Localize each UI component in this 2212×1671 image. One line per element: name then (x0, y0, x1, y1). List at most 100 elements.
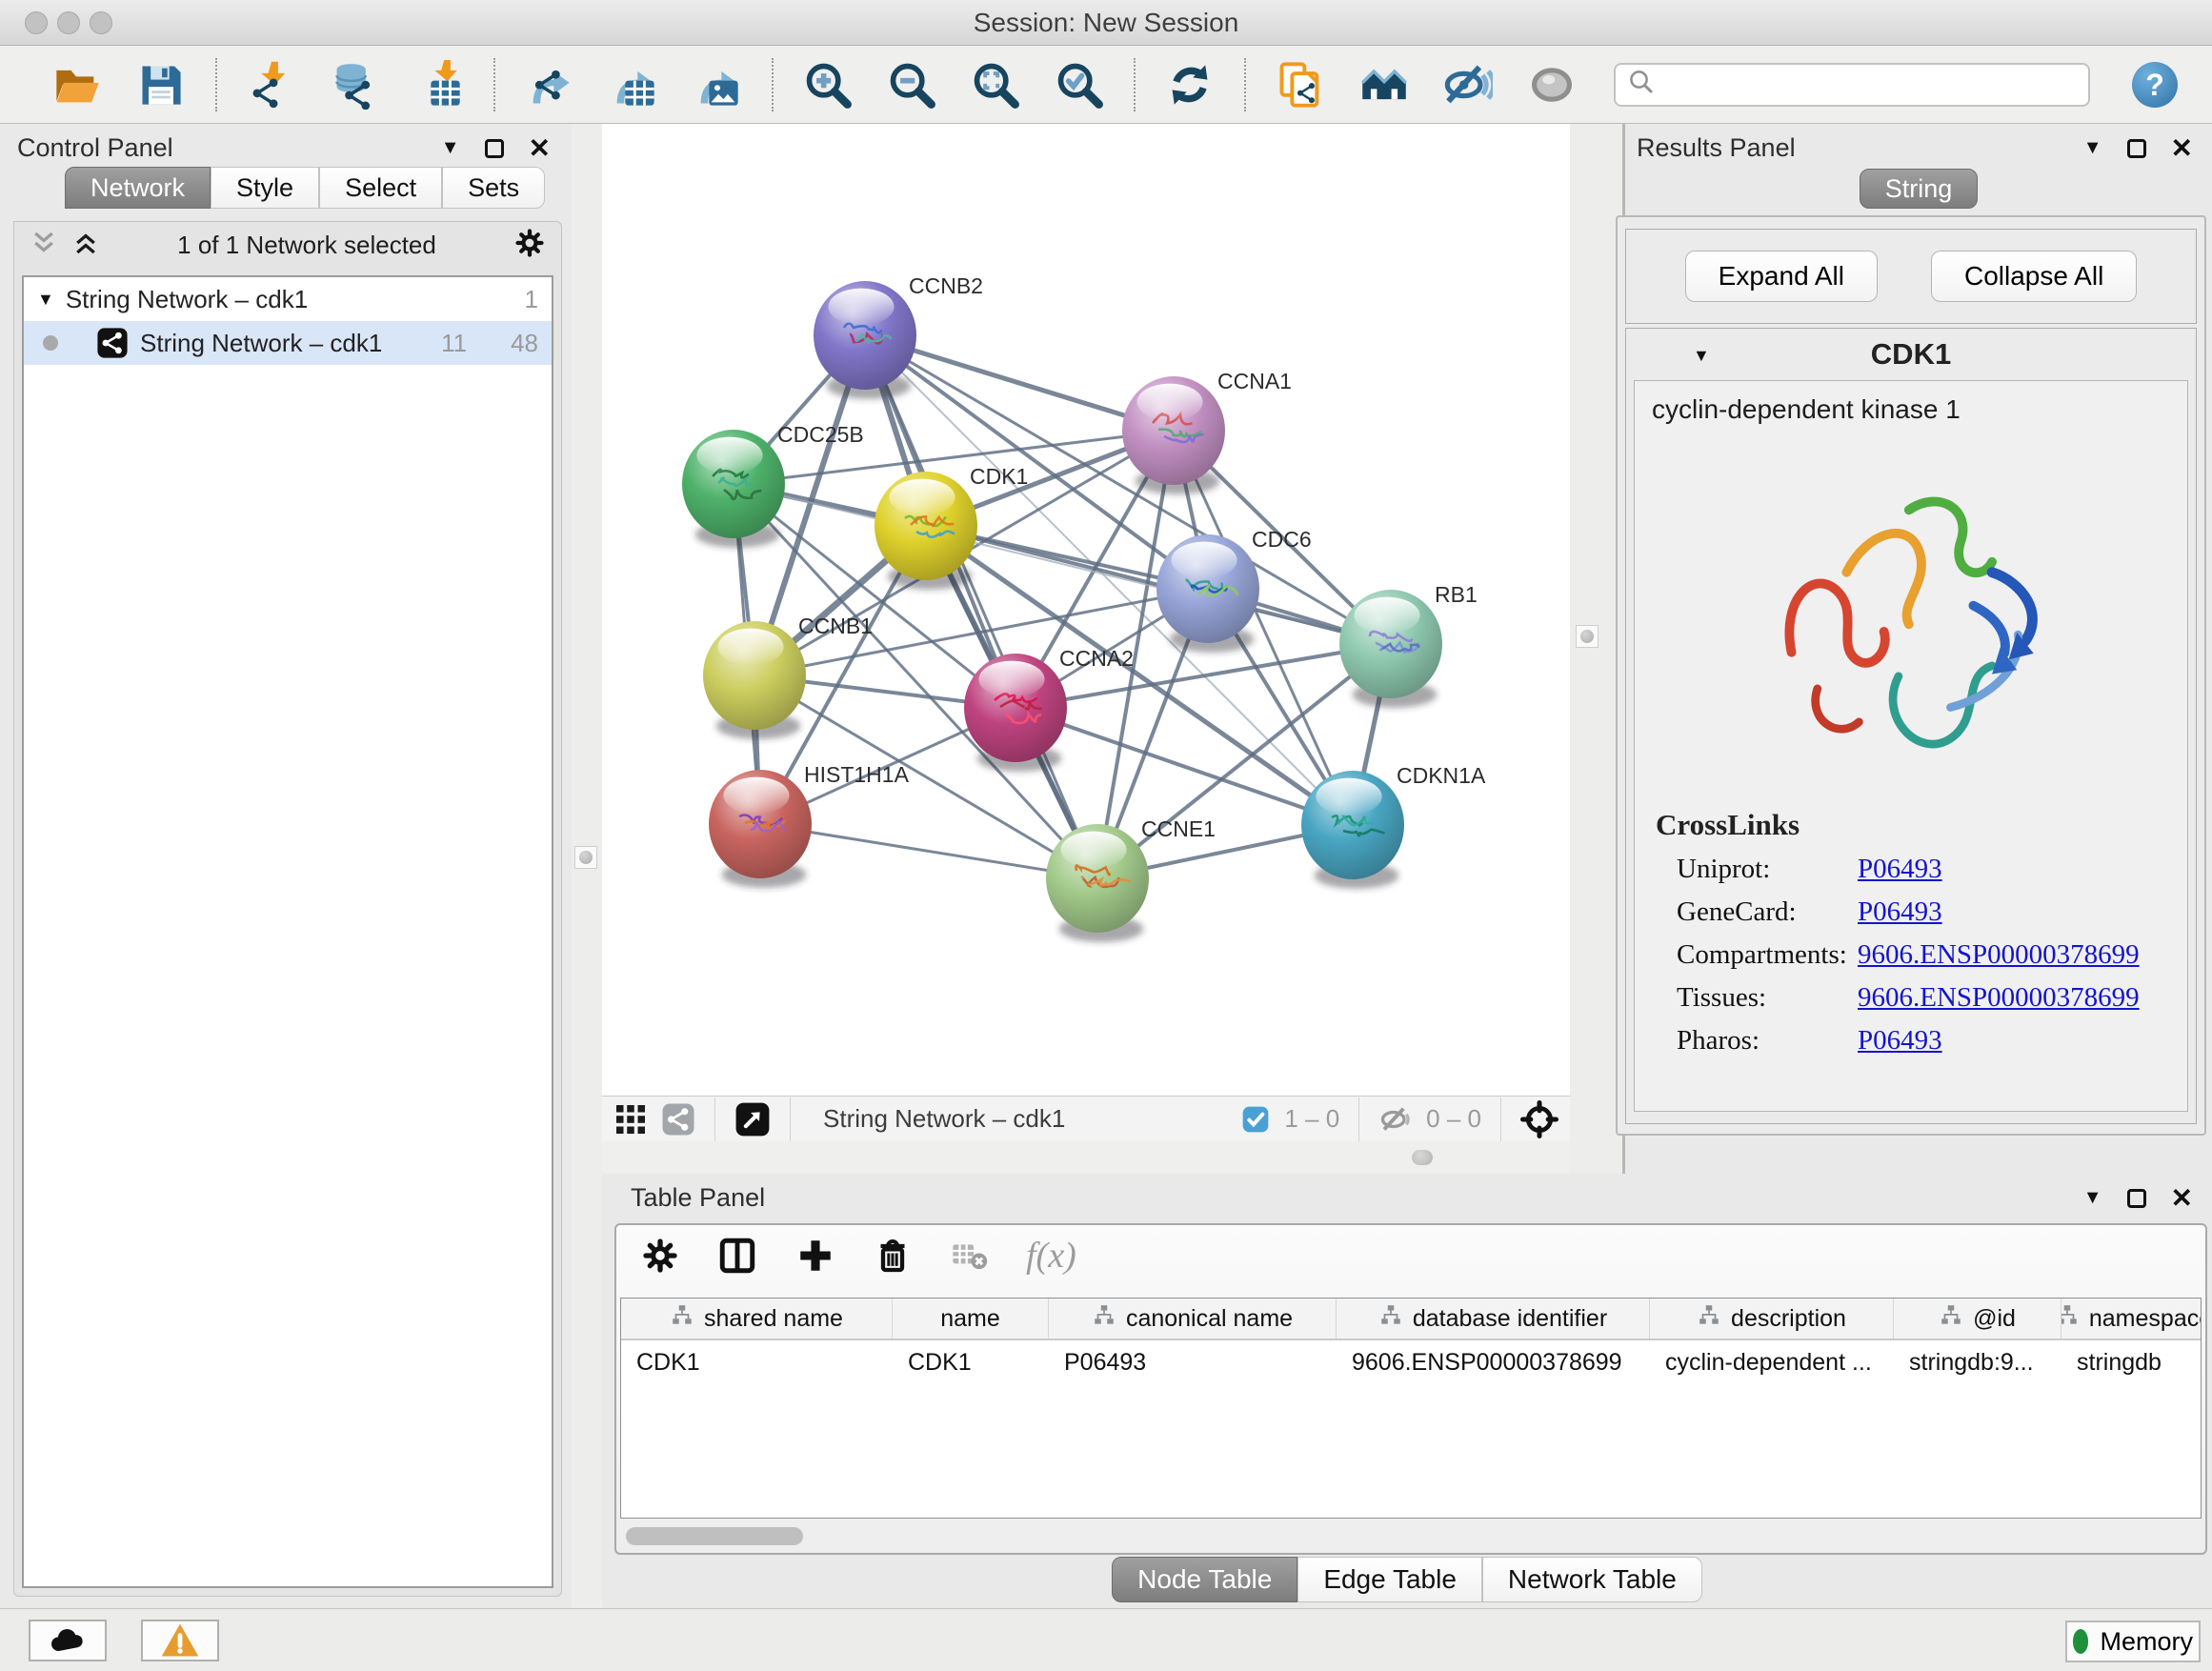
column-header-canonical-name[interactable]: canonical name (1049, 1299, 1337, 1339)
network-node-HIST1H1A[interactable]: HIST1H1A (709, 762, 910, 888)
delete-table-icon[interactable] (950, 1237, 988, 1275)
tab-network-table[interactable]: Network Table (1482, 1557, 1702, 1602)
network-canvas[interactable]: CCNB2CCNA1CDC25BCDK1CDC6RB1CCNB1CCNA2CDK… (602, 124, 1570, 1096)
hide-selected-icon[interactable] (1440, 57, 1496, 112)
collection-expand-caret[interactable]: ▼ (37, 290, 54, 310)
expand-all-networks-icon[interactable] (71, 229, 100, 262)
table-panel-collapse-icon[interactable]: ▼ (2083, 1187, 2102, 1209)
zoom-selected-icon[interactable] (1052, 57, 1107, 112)
table-cell[interactable]: CDK1 (621, 1340, 893, 1384)
table-cell[interactable]: stringdb (2061, 1340, 2202, 1384)
table-row[interactable]: CDK1CDK1P064939606.ENSP00000378699cyclin… (621, 1340, 2201, 1384)
table-cell[interactable]: CDK1 (893, 1340, 1049, 1384)
show-all-icon[interactable] (1524, 57, 1579, 112)
network-node-CCNA1[interactable]: CCNA1 (1122, 369, 1292, 494)
network-node-CCNA2[interactable]: CCNA2 (964, 646, 1134, 772)
control-panel-float-icon[interactable] (485, 139, 504, 158)
tab-network[interactable]: Network (65, 167, 211, 209)
warnings-button[interactable] (141, 1620, 219, 1661)
column-header-shared-name[interactable]: shared name (621, 1299, 893, 1339)
gene-collapse-caret[interactable]: ▼ (1693, 346, 1710, 366)
create-column-plus-icon[interactable] (795, 1236, 835, 1276)
table-panel-splitter-handle[interactable] (1412, 1150, 1433, 1165)
open-session-icon[interactable] (50, 57, 105, 112)
collapse-all-networks-icon[interactable] (30, 229, 58, 262)
export-network-icon[interactable] (522, 57, 577, 112)
import-network-from-database-icon[interactable] (328, 57, 383, 112)
table-cell[interactable]: stringdb:9... (1894, 1340, 2061, 1384)
results-panel-collapse-icon[interactable]: ▼ (2083, 137, 2102, 159)
tab-select[interactable]: Select (319, 167, 442, 209)
network-collection-row[interactable]: ▼ String Network – cdk1 1 (24, 277, 552, 321)
export-table-icon[interactable] (606, 57, 661, 112)
save-session-icon[interactable] (133, 57, 189, 112)
crosslink-link[interactable]: 9606.ENSP00000378699 (1858, 939, 2140, 971)
show-column-icon[interactable] (717, 1236, 757, 1276)
string-view-icon[interactable] (661, 1102, 695, 1137)
tab-edge-table[interactable]: Edge Table (1297, 1557, 1482, 1602)
table-cell[interactable]: P06493 (1049, 1340, 1337, 1384)
column-header-description[interactable]: description (1650, 1299, 1894, 1339)
network-row[interactable]: String Network – cdk1 11 48 (24, 321, 552, 365)
network-node-CCNE1[interactable]: CCNE1 (1046, 816, 1216, 942)
network-edge[interactable] (865, 335, 1097, 878)
results-panel-float-icon[interactable] (2127, 139, 2146, 158)
network-options-gear-icon[interactable] (513, 227, 546, 264)
tab-sets[interactable]: Sets (442, 167, 545, 209)
string-home-icon[interactable] (1357, 57, 1412, 112)
network-node-CDC6[interactable]: CDC6 (1156, 527, 1312, 653)
import-network-from-file-icon[interactable] (244, 57, 299, 112)
zoom-in-icon[interactable] (800, 57, 855, 112)
control-panel-close-icon[interactable]: ✕ (529, 139, 551, 158)
expand-all-button[interactable]: Expand All (1685, 251, 1878, 302)
table-cell[interactable]: cyclin-dependent ... (1650, 1340, 1894, 1384)
network-node-CDKN1A[interactable]: CDKN1A (1301, 763, 1486, 889)
zoom-out-icon[interactable] (884, 57, 939, 112)
table-cell[interactable]: 9606.ENSP00000378699 (1337, 1340, 1650, 1384)
network-node-CCNB1[interactable]: CCNB1 (703, 614, 873, 739)
import-table-from-file-icon[interactable] (412, 57, 467, 112)
column-header-namespace[interactable]: namespace (2061, 1299, 2202, 1339)
table-horizontal-scrollbar[interactable] (626, 1527, 803, 1545)
export-image-icon[interactable] (690, 57, 745, 112)
selected-checkbox-icon[interactable] (1240, 1104, 1271, 1135)
column-header-name[interactable]: name (893, 1299, 1049, 1339)
table-panel-splitter[interactable] (602, 1141, 1570, 1174)
results-panel-splitter-handle[interactable] (1576, 625, 1599, 648)
table-panel-close-icon[interactable]: ✕ (2171, 1189, 2193, 1208)
column-header-label: database identifier (1413, 1305, 1607, 1333)
column-header-database-identifier[interactable]: database identifier (1337, 1299, 1650, 1339)
table-panel-float-icon[interactable] (2127, 1189, 2146, 1208)
copy-string-network-icon[interactable] (1273, 57, 1328, 112)
crosslink-link[interactable]: 9606.ENSP00000378699 (1858, 982, 2140, 1014)
tab-string[interactable]: String (1860, 169, 1979, 209)
crosslink-link[interactable]: P06493 (1858, 854, 1942, 885)
tab-node-table[interactable]: Node Table (1112, 1557, 1297, 1602)
crosslink-link[interactable]: P06493 (1858, 896, 1942, 928)
collapse-all-button[interactable]: Collapse All (1931, 251, 2137, 302)
cloud-button[interactable] (29, 1620, 107, 1661)
grid-view-icon[interactable] (613, 1102, 648, 1137)
table-settings-gear-icon[interactable] (641, 1237, 679, 1275)
column-header-@id[interactable]: @id (1894, 1299, 2061, 1339)
memory-button[interactable]: Memory (2065, 1621, 2201, 1662)
node-table[interactable]: shared namenamecanonical name database id… (620, 1298, 2202, 1519)
crosslink-link[interactable]: P06493 (1858, 1025, 1942, 1057)
network-node-CDK1[interactable]: CDK1 (875, 464, 1028, 590)
tab-style[interactable]: Style (211, 167, 319, 209)
zoom-fit-content-icon[interactable] (968, 57, 1023, 112)
node-label: CDC6 (1252, 527, 1312, 552)
search-input[interactable] (1656, 69, 2077, 100)
refresh-view-icon[interactable] (1162, 57, 1217, 112)
fit-selected-crosshair-icon[interactable] (1520, 1100, 1558, 1138)
birdseye-view-icon[interactable] (734, 1101, 771, 1137)
control-panel-splitter-handle[interactable] (574, 846, 597, 869)
node-label: CDKN1A (1397, 763, 1486, 788)
control-panel-splitter[interactable] (572, 124, 602, 1608)
delete-column-trash-icon[interactable] (874, 1237, 912, 1275)
control-panel-collapse-icon[interactable]: ▼ (441, 137, 460, 159)
help-button[interactable]: ? (2132, 62, 2178, 108)
network-node-RB1[interactable]: RB1 (1339, 582, 1478, 708)
results-panel-close-icon[interactable]: ✕ (2171, 139, 2193, 158)
network-node-CCNB2[interactable]: CCNB2 (814, 273, 983, 399)
